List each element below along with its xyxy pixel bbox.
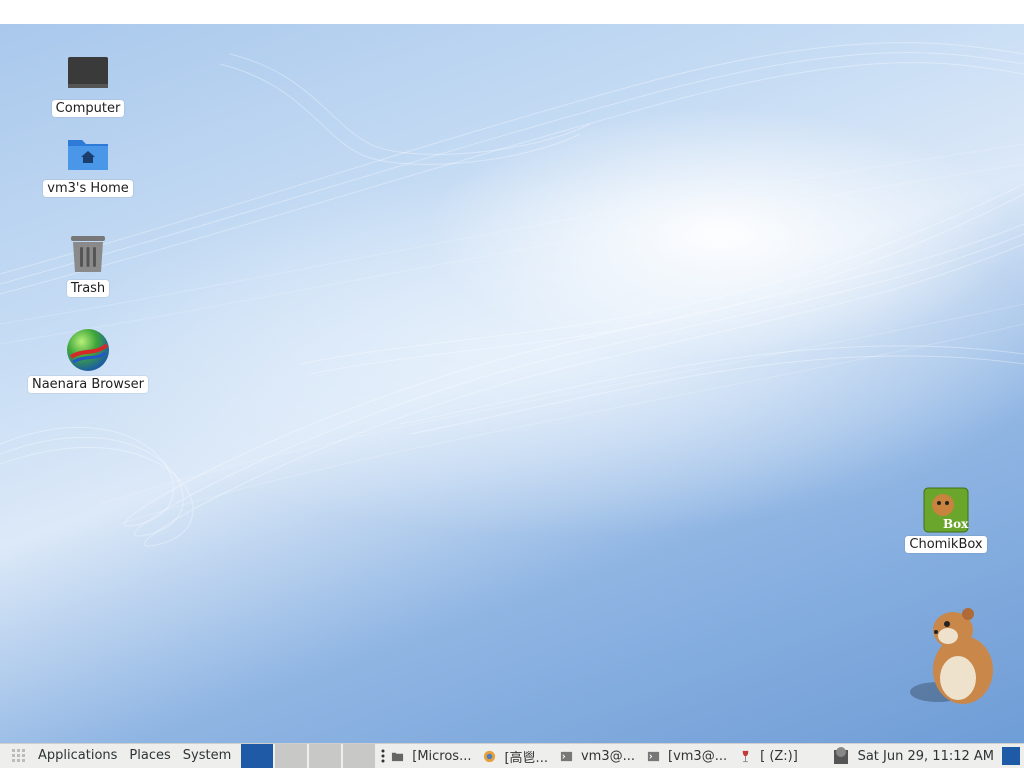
tray-hamster-icon[interactable]: [830, 746, 852, 766]
task-label: vm3@...: [580, 748, 635, 764]
computer-icon: [64, 50, 112, 98]
desktop-icon-label: Trash: [66, 280, 110, 297]
folder-icon: [392, 752, 404, 761]
desktop-icon-label: Naenara Browser: [27, 376, 149, 393]
bottom-panel: Applications Places System [Micros... [⾼…: [0, 743, 1024, 768]
svg-text:Box: Box: [943, 517, 969, 531]
hamster-mascot[interactable]: [908, 600, 998, 710]
trash-icon: [64, 230, 112, 278]
browser-globe-icon: [64, 326, 112, 374]
workspace-switcher: [239, 744, 376, 768]
workspace-2[interactable]: [275, 744, 308, 768]
desktop-icon-home[interactable]: vm3's Home: [18, 130, 158, 197]
task-wine-drive[interactable]: [ (Z:)]: [733, 744, 804, 768]
task-label: [⾼⾿...: [504, 750, 548, 766]
browser-icon: [484, 750, 496, 762]
home-folder-icon: [64, 130, 112, 178]
task-file-manager[interactable]: [Micros...: [385, 744, 477, 768]
desktop-icon-label: ChomikBox: [905, 536, 987, 553]
workspace-4[interactable]: [343, 744, 376, 768]
desktop-icon-label: vm3's Home: [43, 180, 133, 197]
task-browser[interactable]: [⾼⾿...: [477, 744, 553, 768]
desktop-icon-label: Computer: [51, 100, 125, 117]
desktop-icon-naenara-browser[interactable]: Naenara Browser: [18, 326, 158, 393]
terminal-icon: [560, 751, 573, 761]
task-terminal-1[interactable]: vm3@...: [554, 744, 641, 768]
clock[interactable]: Sat Jun 29, 11:12 AM: [858, 749, 994, 764]
menu-system[interactable]: System: [177, 744, 237, 768]
task-terminal-2[interactable]: [vm3@...: [641, 744, 733, 768]
task-label: [Micros...: [412, 748, 472, 764]
workspace-1[interactable]: [241, 744, 274, 768]
menu-applications[interactable]: Applications: [32, 744, 123, 768]
apps-grid-icon[interactable]: [12, 749, 26, 763]
show-desktop-button[interactable]: [1002, 747, 1020, 765]
menu-places[interactable]: Places: [123, 744, 176, 768]
terminal-icon: [647, 751, 660, 761]
chomikbox-icon: Box: [922, 486, 970, 534]
desktop-background: Computer vm3's Home Trash Naenara Browse…: [0, 24, 1024, 744]
task-label: [ (Z:)]: [760, 748, 798, 764]
desktop-icon-computer[interactable]: Computer: [18, 50, 158, 117]
desktop-icon-chomikbox[interactable]: Box ChomikBox: [876, 486, 1016, 553]
wine-glass-icon: [742, 750, 749, 762]
workspace-3[interactable]: [309, 744, 342, 768]
task-label: [vm3@...: [668, 748, 728, 764]
desktop-icon-trash[interactable]: Trash: [18, 230, 158, 297]
